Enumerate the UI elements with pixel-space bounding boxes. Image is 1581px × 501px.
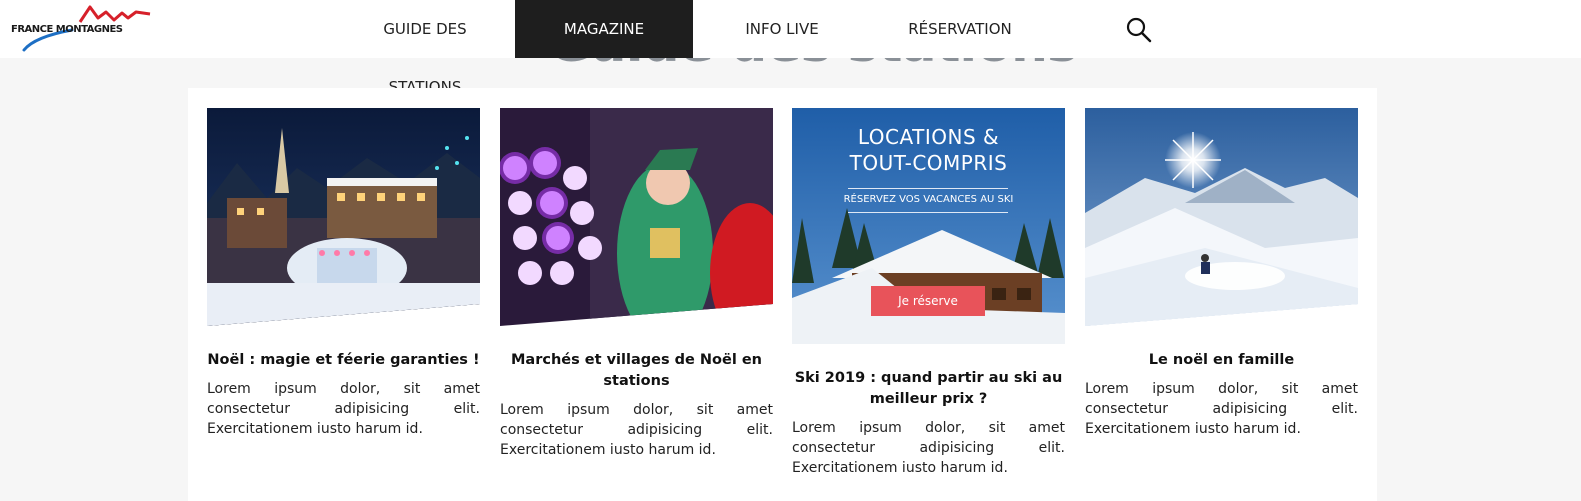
je-reserve-button[interactable]: Je réserve (871, 286, 985, 316)
ad-divider (848, 212, 1008, 213)
ad-image-locations-tout-compris[interactable]: LOCATIONS & TOUT-COMPRIS RÉSERVEZ VOS VA… (792, 108, 1065, 344)
article-card-noel-famille[interactable]: Le noël en famille Lorem ipsum dolor, si… (1085, 108, 1358, 439)
site-header: FRANCE MONTAGNES GUIDE DES STATIONS MAGA… (0, 0, 1581, 96)
france-montagnes-logo[interactable]: FRANCE MONTAGNES (10, 4, 155, 54)
nav-reservation[interactable]: RÉSERVATION (900, 0, 1020, 58)
ad-divider (848, 188, 1008, 189)
article-title[interactable]: Marchés et villages de Noël en stations (500, 350, 773, 392)
nav-magazine[interactable]: MAGAZINE (515, 0, 693, 58)
ad-headline-line1: LOCATIONS & (857, 125, 1000, 149)
ad-headline-line2: TOUT-COMPRIS (849, 151, 1008, 175)
article-excerpt: Lorem ipsum dolor, sit amet consectetur … (207, 381, 480, 437)
article-card-marches-noel[interactable]: Marchés et villages de Noël en stations … (500, 108, 773, 460)
search-icon (1126, 17, 1152, 43)
article-title[interactable]: Le noël en famille (1085, 350, 1358, 371)
article-image-skier-powder[interactable] (1085, 108, 1358, 326)
articles-panel: Noël : magie et féerie garanties ! Lorem… (188, 88, 1377, 501)
nav-guide-des-stations[interactable]: GUIDE DES STATIONS (345, 0, 505, 96)
article-excerpt: Lorem ipsum dolor, sit amet consectetur … (792, 420, 1065, 476)
article-image-christmas-village[interactable] (207, 108, 480, 326)
search-button[interactable] (1124, 15, 1154, 45)
nav-info-live[interactable]: INFO LIVE (730, 0, 834, 58)
ad-subtitle: RÉSERVEZ VOS VACANCES AU SKI (843, 194, 1014, 205)
article-image-christmas-elf[interactable] (500, 108, 773, 326)
article-title[interactable]: Ski 2019 : quand partir au ski au meille… (792, 368, 1065, 410)
article-title[interactable]: Noël : magie et féerie garanties ! (207, 350, 480, 371)
article-excerpt: Lorem ipsum dolor, sit amet consectetur … (500, 402, 773, 458)
article-card-noel-magie[interactable]: Noël : magie et féerie garanties ! Lorem… (207, 108, 480, 439)
logo-text: FRANCE MONTAGNES (11, 24, 123, 35)
article-card-ski-2019[interactable]: LOCATIONS & TOUT-COMPRIS RÉSERVEZ VOS VA… (792, 108, 1065, 478)
article-excerpt: Lorem ipsum dolor, sit amet consectetur … (1085, 381, 1358, 437)
